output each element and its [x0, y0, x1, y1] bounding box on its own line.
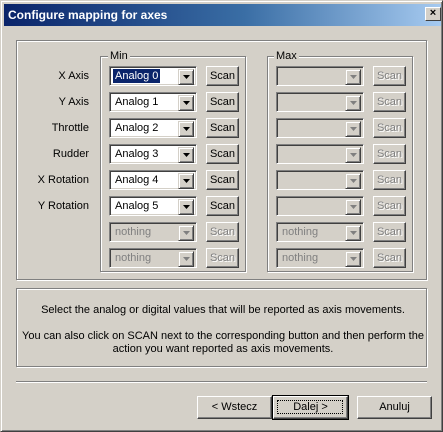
- max-value-dropdown: nothing: [276, 248, 364, 268]
- min-scan-button[interactable]: Scan: [206, 144, 239, 164]
- max-scan-button: Scan: [373, 92, 406, 112]
- min-scan-button[interactable]: Scan: [206, 170, 239, 190]
- chevron-down-icon[interactable]: [178, 147, 194, 163]
- min-value-dropdown[interactable]: Analog 1: [109, 92, 197, 112]
- chevron-down-icon: [345, 199, 361, 215]
- info-text-line3: action you want reported as axis movemen…: [112, 343, 334, 355]
- min-value-dropdown[interactable]: Analog 0: [109, 66, 197, 86]
- chevron-down-icon[interactable]: [178, 173, 194, 189]
- min-scan-button: Scan: [206, 248, 239, 268]
- axis-label: X Axis: [58, 70, 89, 82]
- chevron-down-icon: [345, 69, 361, 85]
- min-scan-button[interactable]: Scan: [206, 92, 239, 112]
- max-value-text: [280, 121, 284, 135]
- max-value-dropdown: [276, 196, 364, 216]
- max-value-dropdown: [276, 144, 364, 164]
- min-value-dropdown[interactable]: Analog 4: [109, 170, 197, 190]
- chevron-down-icon: [345, 173, 361, 189]
- close-icon[interactable]: ×: [425, 7, 441, 21]
- min-scan-button: Scan: [206, 222, 239, 242]
- min-value-dropdown[interactable]: Analog 2: [109, 118, 197, 138]
- chevron-down-icon[interactable]: [178, 95, 194, 111]
- chevron-down-icon: [345, 95, 361, 111]
- max-value-text: nothing: [282, 226, 319, 238]
- max-value-dropdown: nothing: [276, 222, 364, 242]
- chevron-down-icon: [345, 147, 361, 163]
- min-scan-button[interactable]: Scan: [206, 118, 239, 138]
- chevron-down-icon: [178, 251, 194, 267]
- min-scan-button[interactable]: Scan: [206, 66, 239, 86]
- min-value-text: Analog 0: [111, 68, 162, 84]
- min-value-text: nothing: [115, 226, 152, 238]
- max-value-text: [280, 147, 284, 161]
- axis-label: X Rotation: [37, 174, 89, 186]
- max-value-text: nothing: [282, 252, 319, 264]
- max-value-dropdown: [276, 66, 364, 86]
- min-value-text: Analog 3: [115, 148, 159, 160]
- back-button[interactable]: < Wstecz: [197, 396, 272, 419]
- chevron-down-icon[interactable]: [178, 199, 194, 215]
- min-scan-button[interactable]: Scan: [206, 196, 239, 216]
- max-scan-button: Scan: [373, 66, 406, 86]
- chevron-down-icon: [345, 251, 361, 267]
- axis-label: Throttle: [51, 122, 89, 134]
- min-value-dropdown: nothing: [109, 222, 197, 242]
- max-scan-button: Scan: [373, 170, 406, 190]
- max-group-title: Max: [274, 50, 299, 62]
- axis-label: Rudder: [52, 148, 89, 160]
- focus-rect: [277, 400, 343, 414]
- cancel-button[interactable]: Anuluj: [357, 396, 432, 419]
- min-value-text: Analog 2: [115, 122, 159, 134]
- chevron-down-icon[interactable]: [178, 69, 194, 85]
- max-value-dropdown: [276, 118, 364, 138]
- max-value-text: [280, 199, 284, 213]
- dialog-window: Configure mapping for axes × Min Max X A…: [0, 0, 443, 432]
- min-value-text: Analog 1: [115, 96, 159, 108]
- max-value-dropdown: [276, 92, 364, 112]
- max-value-text: [280, 69, 284, 83]
- next-button[interactable]: Dalej >: [272, 395, 349, 420]
- max-value-text: [280, 173, 284, 187]
- min-value-dropdown: nothing: [109, 248, 197, 268]
- min-group-title: Min: [108, 50, 130, 62]
- info-text-line1: Select the analog or digital values that…: [41, 304, 405, 316]
- min-value-text: nothing: [115, 252, 152, 264]
- max-scan-button: Scan: [373, 248, 406, 268]
- min-value-text: Analog 4: [115, 174, 159, 186]
- min-value-dropdown[interactable]: Analog 3: [109, 144, 197, 164]
- button-separator: [16, 381, 427, 383]
- max-value-dropdown: [276, 170, 364, 190]
- axis-label: Y Axis: [58, 96, 89, 108]
- window-title: Configure mapping for axes: [8, 8, 168, 22]
- max-scan-button: Scan: [373, 118, 406, 138]
- axis-label: Y Rotation: [37, 200, 89, 212]
- title-bar[interactable]: Configure mapping for axes ×: [4, 4, 441, 26]
- min-value-dropdown[interactable]: Analog 5: [109, 196, 197, 216]
- min-value-text: Analog 5: [115, 200, 159, 212]
- chevron-down-icon[interactable]: [178, 121, 194, 137]
- max-scan-button: Scan: [373, 144, 406, 164]
- chevron-down-icon: [345, 225, 361, 241]
- max-scan-button: Scan: [373, 196, 406, 216]
- max-scan-button: Scan: [373, 222, 406, 242]
- chevron-down-icon: [345, 121, 361, 137]
- chevron-down-icon: [178, 225, 194, 241]
- info-text-line2: You can also click on SCAN next to the c…: [22, 330, 424, 342]
- max-value-text: [280, 95, 284, 109]
